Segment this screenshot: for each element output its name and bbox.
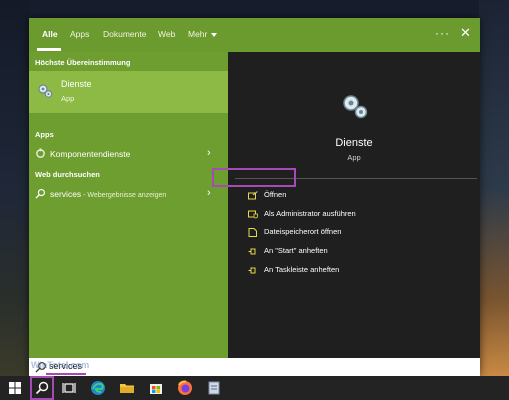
web-search-label: services - Webergebnisse anzeigen xyxy=(50,189,166,199)
best-match-header: Höchste Übereinstimmung xyxy=(35,58,131,67)
highlight-open-box xyxy=(212,168,296,187)
list-item-label: Komponentendienste xyxy=(50,149,131,159)
action-open-file-location[interactable]: Dateispeicherort öffnen xyxy=(242,224,472,242)
action-pin-start[interactable]: An "Start" anheften xyxy=(242,243,472,261)
pin-icon xyxy=(248,248,256,255)
gears-icon xyxy=(38,84,53,98)
preview-panel: Dienste App Öffnen Als Administrator aus… xyxy=(228,52,480,358)
preview-title: Dienste xyxy=(335,137,373,149)
tab-documents[interactable]: Dokumente xyxy=(103,29,146,39)
edge-browser-icon[interactable] xyxy=(89,379,107,397)
search-icon[interactable] xyxy=(33,379,51,397)
action-open[interactable]: Öffnen xyxy=(242,187,472,205)
chevron-down-icon xyxy=(211,32,218,37)
list-item-web-search[interactable]: services - Webergebnisse anzeigen › xyxy=(29,183,228,205)
best-match-type: App xyxy=(61,94,75,103)
more-options-icon[interactable]: ··· xyxy=(435,26,450,40)
list-item-komponentendienste[interactable]: Komponentendienste › xyxy=(29,143,228,165)
start-search-window: Alle Apps Dokumente Web Mehr ··· ✕ Höchs… xyxy=(29,18,480,376)
search-input[interactable]: services xyxy=(29,358,480,376)
store-icon[interactable] xyxy=(147,379,165,397)
file-explorer-icon[interactable] xyxy=(118,379,136,397)
action-open-file-location-label: Dateispeicherort öffnen xyxy=(264,227,342,236)
notepad-icon[interactable] xyxy=(205,379,223,397)
filter-tab-bar: Alle Apps Dokumente Web Mehr ··· ✕ xyxy=(29,18,480,52)
best-match-item[interactable]: Dienste App xyxy=(29,71,228,113)
action-open-label: Öffnen xyxy=(264,190,287,199)
web-search-suffix: - Webergebnisse anzeigen xyxy=(81,192,167,199)
file-icon xyxy=(248,228,257,237)
action-run-as-admin-label: Als Administrator ausführen xyxy=(264,209,356,218)
desktop-background-right xyxy=(479,0,509,376)
component-services-icon xyxy=(36,148,45,158)
web-search-header: Web durchsuchen xyxy=(35,170,100,179)
web-search-query: services xyxy=(50,189,82,199)
shield-icon xyxy=(248,210,258,219)
tab-more-label: Mehr xyxy=(188,29,208,39)
watermark: WinTotal.com xyxy=(31,360,90,370)
tab-apps[interactable]: Apps xyxy=(70,29,89,39)
windows-start-icon[interactable] xyxy=(6,379,24,397)
chevron-right-icon[interactable]: › xyxy=(207,187,211,199)
search-icon xyxy=(35,188,46,199)
search-text-underline xyxy=(46,373,86,375)
apps-header: Apps xyxy=(35,130,54,139)
action-run-as-admin[interactable]: Als Administrator ausführen xyxy=(242,206,472,224)
best-match-name: Dienste xyxy=(61,79,92,89)
gears-icon xyxy=(343,95,368,119)
pin-icon xyxy=(248,267,256,274)
action-pin-taskbar[interactable]: An Taskleiste anheften xyxy=(242,262,472,280)
chevron-right-icon[interactable]: › xyxy=(207,147,211,159)
taskbar xyxy=(0,376,509,400)
action-pin-start-label: An "Start" anheften xyxy=(264,246,328,255)
tab-more[interactable]: Mehr xyxy=(188,29,218,39)
close-icon[interactable]: ✕ xyxy=(460,25,471,41)
tab-all[interactable]: Alle xyxy=(42,29,58,39)
task-view-icon[interactable] xyxy=(60,379,78,397)
firefox-icon[interactable] xyxy=(176,379,194,397)
tab-web[interactable]: Web xyxy=(158,29,175,39)
results-panel: Höchste Übereinstimmung Dienste App Apps… xyxy=(29,52,228,358)
desktop-background-left xyxy=(0,0,29,376)
preview-subtitle: App xyxy=(347,153,361,162)
active-tab-indicator xyxy=(37,48,61,51)
action-pin-taskbar-label: An Taskleiste anheften xyxy=(264,265,340,274)
open-icon xyxy=(248,191,258,200)
